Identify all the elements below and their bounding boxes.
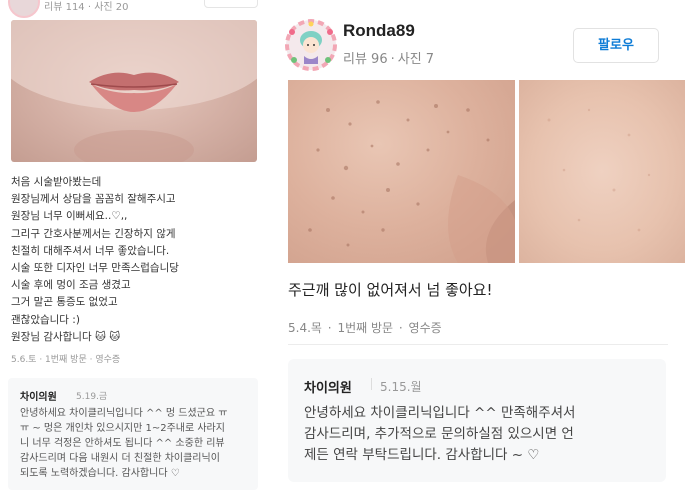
- stats-separator: ·: [390, 52, 395, 67]
- reply-date: 5.15.월: [380, 380, 422, 394]
- review-count: 리뷰 96: [343, 52, 388, 67]
- reply-separator: [371, 378, 372, 390]
- reply-author: 차이의원: [304, 381, 352, 396]
- meta-separator: ·: [398, 321, 403, 335]
- reviewer-stats: 리뷰 96 · 사진 7: [343, 48, 434, 67]
- meta-separator: ·: [327, 321, 332, 335]
- visit-date: 5.4.목: [288, 321, 322, 335]
- avatar[interactable]: [284, 18, 338, 72]
- reply-date: 5.19.금: [76, 392, 108, 402]
- review-photo[interactable]: [288, 80, 515, 263]
- review-text: 주근깨 많이 없어져서 넘 좋아요!: [288, 281, 493, 299]
- follow-button[interactable]: [204, 0, 258, 8]
- username[interactable]: Ronda89: [343, 21, 415, 41]
- visit-meta: 5.6.토 · 1번째 방문 · 영수증: [11, 355, 121, 365]
- reply-text: 안녕하세요 차이클리닉입니다 ^^ 만족해주셔서 감사드리며, 추가적으로 문의…: [304, 405, 576, 463]
- review-card-main: Ronda89 리뷰 96 · 사진 7 팔로우 주근깨 많이 없어져서 넘 좋…: [270, 0, 685, 500]
- owner-reply: 차이의원 5.19.금 안녕하세요 차이클리닉입니다 ^^ 멍 드셨군요 ㅠ ㅠ…: [8, 378, 258, 490]
- review-text: 처음 시술받아봤는데 원장님께서 상담을 꼼꼼히 잘해주시고 원장님 너무 이뻐…: [11, 176, 179, 343]
- review-photo[interactable]: [519, 80, 685, 263]
- reviewer-stats: 리뷰 114 · 사진 20: [44, 2, 129, 13]
- visit-meta: 5.4.목 · 1번째 방문 · 영수증: [288, 319, 442, 336]
- owner-reply: 차이의원 5.15.월 안녕하세요 차이클리닉입니다 ^^ 만족해주셔서 감사드…: [288, 359, 666, 482]
- photo-count: 사진 7: [397, 52, 435, 67]
- reply-text: 안녕하세요 차이클리닉입니다 ^^ 멍 드셨군요 ㅠ ㅠ ~ 멍은 개인차 있으…: [20, 408, 228, 479]
- receipt-badge: 영수증: [408, 321, 442, 335]
- visit-count: 1번째 방문: [337, 321, 394, 335]
- follow-button[interactable]: 팔로우: [573, 28, 659, 63]
- reply-author: 차이의원: [20, 392, 57, 403]
- review-photo[interactable]: [11, 20, 257, 162]
- review-card-left: 리뷰 114 · 사진 20 처음 시술받아봤는데 원장님께서 상담을 꼼꼼히 …: [0, 0, 270, 500]
- avatar[interactable]: [8, 0, 40, 18]
- divider: [288, 344, 668, 345]
